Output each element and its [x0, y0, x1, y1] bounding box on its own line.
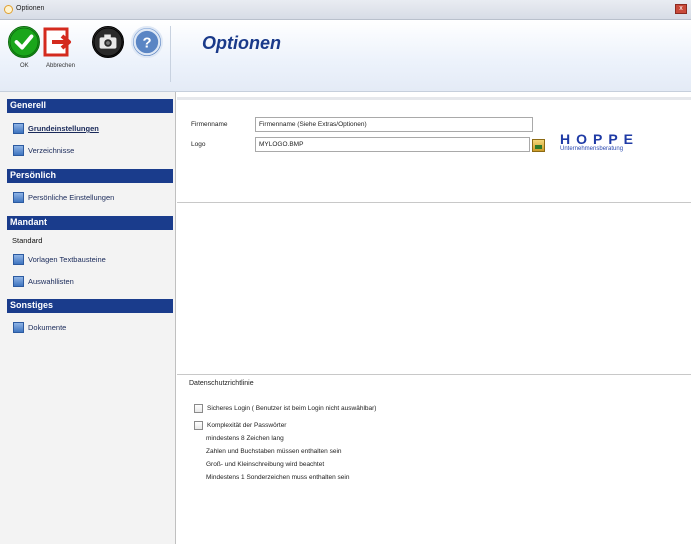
user-page-icon — [13, 192, 24, 203]
template-page-icon — [13, 254, 24, 265]
logo-label: Logo — [191, 141, 206, 148]
settings-page-icon — [13, 123, 24, 134]
folder-page-icon — [13, 145, 24, 156]
password-rule: Groß- und Kleinschreibung wird beachtet — [206, 461, 325, 468]
secure-login-checkbox[interactable] — [194, 404, 203, 413]
sidebar-item-label: Persönliche Einstellungen — [28, 193, 115, 202]
camera-button[interactable] — [92, 26, 124, 58]
sidebar-item-dokumente[interactable]: Dokumente — [9, 319, 174, 335]
help-icon: ? — [131, 26, 163, 58]
section-divider — [177, 202, 691, 203]
logo-file-input[interactable]: MYLOGO.BMP — [255, 137, 530, 152]
password-complexity-label: Komplexität der Passwörter — [207, 422, 287, 429]
toolbar: ? OK Abbrechen Optionen — [0, 20, 691, 92]
help-button[interactable]: ? — [131, 26, 163, 58]
sidebar-group-mandant[interactable]: Mandant — [7, 216, 173, 230]
sidebar-item-auswahllisten[interactable]: Auswahllisten — [9, 273, 174, 289]
section-divider — [177, 374, 691, 375]
window-titlebar: Optionen x — [0, 0, 691, 20]
exit-icon — [43, 27, 71, 57]
sidebar-item-label: Vorlagen Textbausteine — [28, 255, 106, 264]
company-name-label: Firmenname — [191, 121, 228, 128]
sidebar-group-persoenlich[interactable]: Persönlich — [7, 169, 173, 183]
sidebar-item-label: Dokumente — [28, 323, 67, 332]
company-logo-subtitle: Unternehmensberatung — [560, 146, 624, 152]
browse-folder-icon[interactable] — [532, 139, 545, 152]
company-logo: HOPPE — [560, 131, 640, 147]
secure-login-label: Sicheres Login ( Benutzer ist beim Login… — [207, 405, 377, 412]
list-page-icon — [13, 276, 24, 287]
camera-icon — [92, 26, 124, 58]
sidebar-item-persoenliche-einstellungen[interactable]: Persönliche Einstellungen — [9, 189, 174, 205]
password-rule: mindestens 8 Zeichen lang — [206, 435, 284, 442]
app-icon — [4, 5, 13, 14]
cancel-button[interactable] — [42, 26, 74, 60]
sidebar-group-generell[interactable]: Generell — [7, 99, 173, 113]
password-rule: Mindestens 1 Sonderzeichen muss enthalte… — [206, 474, 350, 481]
sidebar-group-sonstiges[interactable]: Sonstiges — [7, 299, 173, 313]
close-button[interactable]: x — [675, 4, 687, 14]
checkmark-icon — [8, 26, 40, 58]
page-title: Optionen — [202, 33, 281, 53]
sidebar-item-verzeichnisse[interactable]: Verzeichnisse — [9, 142, 174, 158]
sidebar-item-label: Auswahllisten — [28, 277, 74, 286]
sidebar-mandant-name: Standard — [12, 236, 43, 245]
sidebar-item-label: Grundeinstellungen — [28, 124, 99, 133]
sidebar-item-label: Verzeichnisse — [28, 146, 75, 155]
company-name-input[interactable]: Firmenname (Siehe Extras/Optionen) — [255, 117, 533, 132]
sidebar-item-vorlagen-textbausteine[interactable]: Vorlagen Textbausteine — [9, 251, 174, 267]
privacy-section-title: Datenschutzrichtlinie — [189, 380, 254, 387]
document-page-icon — [13, 322, 24, 333]
svg-text:?: ? — [142, 35, 151, 51]
sidebar-item-grundeinstellungen[interactable]: Grundeinstellungen — [9, 120, 174, 136]
sidebar — [0, 92, 176, 544]
password-rule: Zahlen und Buchstaben müssen enthalten s… — [206, 448, 342, 455]
ok-label: OK — [20, 63, 29, 69]
password-complexity-checkbox[interactable] — [194, 421, 203, 430]
ok-button[interactable] — [8, 26, 40, 58]
cancel-label: Abbrechen — [46, 63, 76, 69]
panel-top-divider — [177, 97, 691, 100]
toolbar-separator — [170, 26, 171, 82]
window-title: Optionen — [16, 5, 45, 12]
